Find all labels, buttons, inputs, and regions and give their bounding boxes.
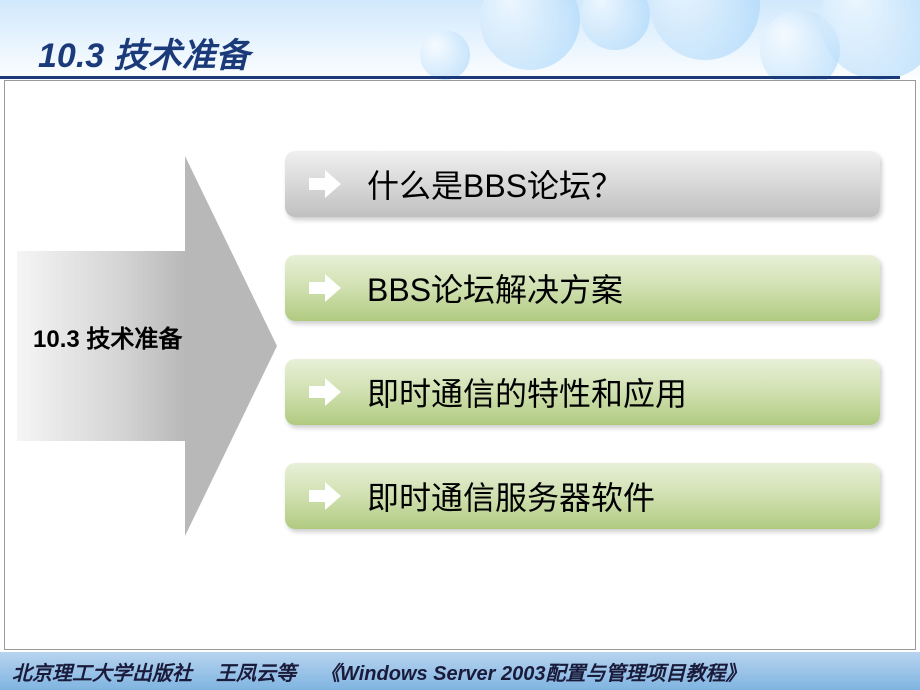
content-area: 10.3 技术准备 什么是BBS论坛？ BBS论坛解决方案: [4, 80, 916, 650]
list-item: 即时通信的特性和应用: [285, 359, 880, 425]
list-item: BBS论坛解决方案: [285, 255, 880, 321]
bubble-decoration: [650, 0, 760, 60]
title-underline: [0, 75, 900, 79]
bubble-decoration: [580, 0, 650, 50]
section-label: 10.3 技术准备: [33, 319, 182, 354]
arrow-right-icon: [309, 482, 341, 510]
bubble-decoration: [420, 30, 470, 80]
footer-publisher: 北京理工大学出版社: [12, 657, 192, 686]
footer-author: 王凤云等: [216, 657, 296, 686]
list-item: 什么是BBS论坛？: [285, 151, 880, 217]
item-text: 即时通信的特性和应用: [367, 369, 687, 415]
item-text: BBS论坛解决方案: [367, 265, 623, 311]
arrow-head-shape: [185, 156, 277, 536]
item-text: 即时通信服务器软件: [367, 473, 655, 519]
slide-title: 10.3 技术准备: [38, 28, 250, 77]
slide-footer: 北京理工大学出版社 王凤云等 《Windows Server 2003配置与管理…: [0, 652, 920, 690]
item-text: 什么是BBS论坛？: [367, 161, 623, 207]
bubble-decoration: [480, 0, 580, 70]
list-item: 即时通信服务器软件: [285, 463, 880, 529]
arrow-right-icon: [309, 378, 341, 406]
items-list: 什么是BBS论坛？ BBS论坛解决方案 即时通信的特性和应用: [285, 151, 895, 567]
footer-book: 《Windows Server 2003配置与管理项目教程》: [320, 657, 745, 686]
arrow-right-icon: [309, 170, 341, 198]
arrow-right-icon: [309, 274, 341, 302]
